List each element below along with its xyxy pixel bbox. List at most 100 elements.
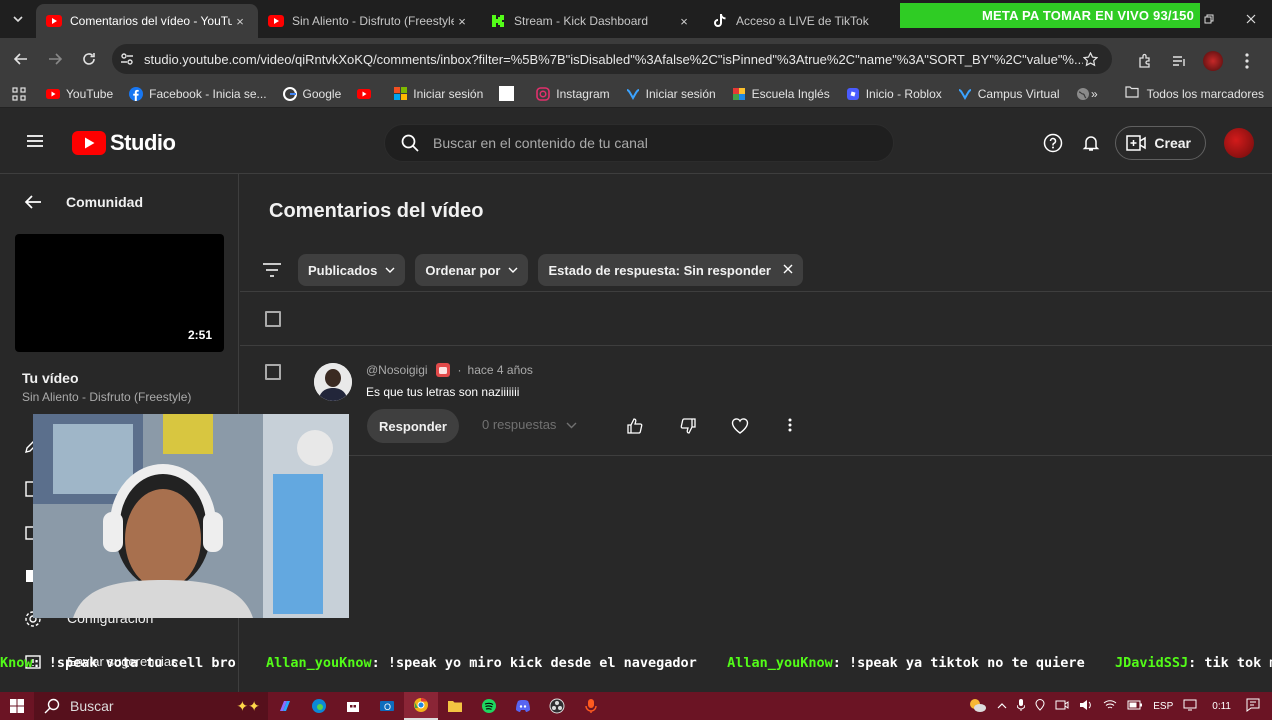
bookmark-campus-virtual[interactable]: Campus Virtual: [958, 87, 1060, 101]
back-button[interactable]: [4, 42, 38, 76]
replies-toggle[interactable]: 0 respuestas: [482, 417, 577, 432]
bookmark-campus-login[interactable]: Iniciar sesión: [626, 87, 716, 101]
bookmark-escuela-ingles[interactable]: Escuela Inglés: [732, 87, 830, 101]
comment-checkbox[interactable]: [265, 364, 281, 380]
profile-avatar-icon[interactable]: [1196, 44, 1230, 78]
outlook-icon[interactable]: O: [370, 692, 404, 720]
spotify-icon[interactable]: [472, 692, 506, 720]
file-explorer-icon[interactable]: [438, 692, 472, 720]
browser-tab[interactable]: Sin Aliento - Disfruto (Freestyle) ×: [258, 4, 480, 38]
filter-icon[interactable]: [262, 262, 282, 278]
speaker-icon[interactable]: [1079, 699, 1093, 714]
microphone-app-icon[interactable]: [574, 692, 608, 720]
thumbs-up-icon[interactable]: [626, 417, 646, 437]
camera-icon[interactable]: [1055, 700, 1069, 713]
account-avatar[interactable]: [1224, 128, 1254, 158]
chrome-icon[interactable]: [404, 692, 438, 720]
notifications-icon[interactable]: [1246, 698, 1260, 715]
bookmark-instagram[interactable]: Instagram: [536, 87, 610, 101]
bookmark-youtube[interactable]: YouTube: [46, 87, 113, 101]
youtube-icon: [268, 13, 284, 29]
wifi-icon[interactable]: [1103, 699, 1117, 714]
discord-icon[interactable]: [506, 692, 540, 720]
weather-icon[interactable]: [967, 697, 987, 716]
reply-button[interactable]: Responder: [367, 409, 459, 443]
back-to-community-button[interactable]: Comunidad: [24, 194, 143, 210]
bookmark-google[interactable]: Google: [282, 86, 341, 101]
extensions-icon[interactable]: [1128, 44, 1162, 78]
tab-search-button[interactable]: [0, 0, 36, 38]
comment-author[interactable]: @Nosoigigi: [366, 363, 428, 377]
bookmark-blank[interactable]: [499, 86, 520, 101]
taskbar-search[interactable]: Buscar ✦✦: [34, 692, 268, 720]
arrow-left-icon: [14, 53, 27, 65]
bookmarks-overflow-button[interactable]: »: [1091, 87, 1098, 101]
close-tab-button[interactable]: ×: [232, 14, 248, 29]
language-indicator[interactable]: ESP: [1153, 701, 1173, 712]
arrow-left-icon: [24, 195, 41, 209]
comments-main: Comentarios del vídeo Publicados Ordenar…: [240, 174, 1272, 692]
copilot-icon[interactable]: [268, 692, 302, 720]
heart-icon[interactable]: [731, 417, 751, 437]
filter-bar: Publicados Ordenar por Estado de respues…: [262, 254, 813, 286]
browser-tab[interactable]: Comentarios del vídeo - YouTube ×: [36, 4, 258, 38]
apps-grid-icon[interactable]: [12, 86, 26, 101]
bookmark-youtube-2[interactable]: [357, 87, 377, 101]
reload-button[interactable]: [72, 42, 106, 76]
browser-tab[interactable]: Acceso a LIVE de TikTok: [702, 4, 892, 38]
start-button[interactable]: [0, 692, 34, 720]
commenter-avatar[interactable]: [314, 363, 352, 401]
bookmark-label: Facebook - Inicia se...: [149, 86, 267, 101]
toolbar-actions: [1128, 44, 1264, 78]
chevron-up-icon[interactable]: [997, 701, 1007, 712]
thumbs-down-icon[interactable]: [679, 417, 699, 437]
chat-message: : !speak vota tu cell bro: [32, 655, 236, 671]
windows-logo-icon: [10, 699, 24, 713]
store-icon[interactable]: [336, 692, 370, 720]
kick-icon: [490, 13, 506, 29]
search-input[interactable]: [433, 135, 873, 151]
bookmark-label: YouTube: [66, 86, 114, 101]
kebab-menu-icon[interactable]: [1230, 44, 1264, 78]
location-icon[interactable]: [1035, 698, 1045, 714]
filter-chip-sort[interactable]: Ordenar por: [415, 254, 529, 286]
obs-icon[interactable]: [540, 692, 574, 720]
studio-logo[interactable]: Studio: [72, 130, 176, 156]
screen-share-icon[interactable]: [1183, 699, 1197, 714]
stream-goal-banner: META PA TOMAR EN VIVO 93/150: [900, 3, 1200, 28]
video-thumbnail[interactable]: 2:51: [15, 234, 224, 352]
forward-button[interactable]: [38, 42, 72, 76]
microphone-icon[interactable]: [1016, 698, 1026, 714]
studio-search-box[interactable]: [384, 124, 894, 162]
close-tab-button[interactable]: ×: [454, 14, 470, 29]
video-title: Sin Aliento - Disfruto (Freestyle): [22, 390, 192, 404]
clock[interactable]: 0:11: [1212, 701, 1231, 712]
facebook-icon: [129, 86, 144, 101]
site-settings-icon[interactable]: [120, 52, 134, 66]
more-options-icon[interactable]: [788, 417, 808, 437]
star-icon[interactable]: [1083, 51, 1098, 67]
restore-window-icon[interactable]: [1188, 12, 1230, 27]
filter-chip-published[interactable]: Publicados: [298, 254, 406, 286]
address-bar[interactable]: studio.youtube.com/video/qiRntvkXoKQ/com…: [112, 44, 1112, 74]
create-button[interactable]: Crear: [1115, 126, 1206, 160]
browser-tab[interactable]: Stream - Kick Dashboard ×: [480, 4, 702, 38]
edge-icon[interactable]: [302, 692, 336, 720]
bookmark-label: Inicio - Roblox: [865, 86, 942, 101]
bookmark-facebook[interactable]: Facebook - Inicia se...: [129, 86, 267, 101]
all-bookmarks-button[interactable]: Todos los marcadores: [1125, 86, 1264, 101]
menu-button[interactable]: [24, 130, 46, 157]
media-controls-icon[interactable]: [1162, 44, 1196, 78]
bookmark-roblox[interactable]: Inicio - Roblox: [846, 87, 942, 101]
filter-chip-response-status[interactable]: Estado de respuesta: Sin responder: [538, 254, 803, 286]
close-tab-button[interactable]: ×: [676, 14, 692, 29]
page-title: Comentarios del vídeo: [269, 200, 484, 222]
bookmark-microsoft-login[interactable]: Iniciar sesión: [393, 87, 483, 101]
select-all-checkbox[interactable]: [265, 311, 281, 327]
battery-icon[interactable]: [1127, 700, 1143, 713]
close-icon[interactable]: [783, 264, 793, 277]
help-icon[interactable]: [1043, 133, 1063, 153]
bookmark-label: Iniciar sesión: [645, 86, 716, 101]
close-window-icon[interactable]: [1230, 12, 1272, 27]
notifications-bell-icon[interactable]: [1081, 133, 1101, 153]
